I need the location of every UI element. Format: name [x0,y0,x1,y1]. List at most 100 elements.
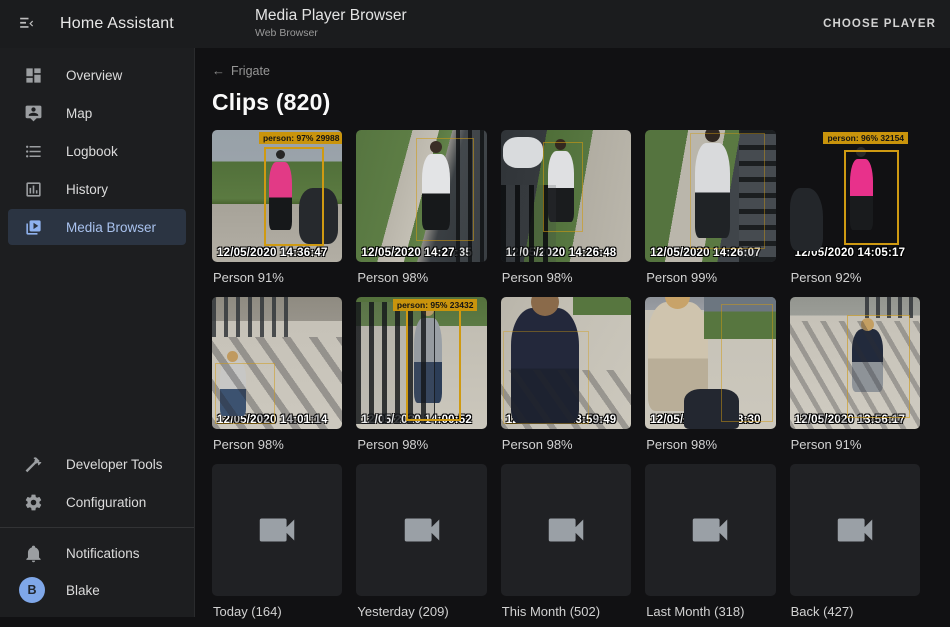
bounding-box [844,150,899,245]
logbook-list-icon [22,140,44,162]
clip-card[interactable]: 12/05/2020 14:27:35 Person 98% [356,130,486,285]
clip-timestamp: 12/05/2020 14:26:48 [506,247,617,259]
stroller-shape [790,188,824,251]
clip-timestamp: 12/05/2020 14:36:47 [217,247,328,259]
bounding-box [416,138,473,241]
clip-card[interactable]: 12/05/2020 14:26:48 Person 98% [501,130,631,285]
video-camera-icon [543,507,589,553]
folder-thumbnail [356,464,486,596]
clip-thumbnail: 12/05/2020 14:26:48 [501,130,631,262]
clip-timestamp: 12/05/2020 14:26:07 [650,247,761,259]
clip-card[interactable]: 12/05/2020 13:58:30 Person 98% [645,297,775,452]
clip-thumbnail: 12/05/2020 14:27:35 [356,130,486,262]
detection-label: person: 95% 23432 [393,299,478,311]
clip-card[interactable]: person: 96% 32154 12/05/2020 14:05:17 Pe… [790,130,920,285]
folder-thumbnail [790,464,920,596]
clip-card[interactable]: 12/05/2020 13:59:49 Person 98% [501,297,631,452]
video-camera-icon [832,507,878,553]
sidebar-item-media-browser[interactable]: Media Browser [8,209,186,245]
sidebar-item-label: Overview [66,68,122,83]
bounding-box [215,363,275,424]
sidebar-item-history[interactable]: History [8,171,186,207]
folder-thumbnail [501,464,631,596]
back-arrow-icon: ← [212,63,225,78]
page-title: Clips (820) [212,89,934,116]
breadcrumb-label: Frigate [231,64,270,78]
clip-caption: Person 98% [356,270,486,285]
sidebar-item-configuration[interactable]: Configuration [8,484,186,520]
sidebar-item-label: Map [66,106,92,121]
folder-card-last-month[interactable]: Last Month (318) [645,464,775,619]
clip-card[interactable]: person: 97% 29988 12/05/2020 14:36:47 Pe… [212,130,342,285]
clip-card[interactable]: 12/05/2020 13:56:17 Person 91% [790,297,920,452]
clip-timestamp: 12/05/2020 14:27:35 [361,247,472,259]
history-chart-icon [22,178,44,200]
clip-card[interactable]: 12/05/2020 14:01:14 Person 98% [212,297,342,452]
detection-label: person: 97% 29988 [259,132,342,144]
detection-label: person: 96% 32154 [823,132,908,144]
sidebar-item-developer-tools[interactable]: Developer Tools [8,446,186,482]
gear-icon [22,491,44,513]
clip-caption: Person 91% [790,437,920,452]
player-title: Media Player Browser [255,7,407,25]
media-browser-icon [22,216,44,238]
clip-caption: Person 98% [212,437,342,452]
clip-card[interactable]: person: 95% 23432 12/05/2020 14:00:52 Pe… [356,297,486,452]
player-subtitle: Web Browser [255,27,407,39]
app-title: Home Assistant [60,15,174,33]
sidebar-item-logbook[interactable]: Logbook [8,133,186,169]
sidebar-item-label: History [66,182,108,197]
video-camera-icon [254,507,300,553]
choose-player-button[interactable]: CHOOSE PLAYER [823,0,936,48]
map-account-icon [22,102,44,124]
clip-caption: Person 98% [501,270,631,285]
bounding-box [503,331,589,423]
content-header: ← Frigate Clips (820) [196,48,950,126]
bounding-box [264,147,324,246]
folder-thumbnail [645,464,775,596]
sidebar-item-map[interactable]: Map [8,95,186,131]
clip-caption: Person 98% [356,437,486,452]
clips-grid: person: 97% 29988 12/05/2020 14:36:47 Pe… [196,126,950,627]
user-name: Blake [66,583,100,598]
clip-caption: Person 99% [645,270,775,285]
clip-caption: Person 98% [645,437,775,452]
clip-thumbnail: person: 97% 29988 12/05/2020 14:36:47 [212,130,342,262]
clip-caption: Person 91% [212,270,342,285]
sidebar-item-notifications[interactable]: Notifications [8,535,186,571]
folder-card-this-month[interactable]: This Month (502) [501,464,631,619]
clip-thumbnail: 12/05/2020 14:26:07 [645,130,775,262]
clip-thumbnail: person: 95% 23432 12/05/2020 14:00:52 [356,297,486,429]
clip-thumbnail: 12/05/2020 13:56:17 [790,297,920,429]
folder-card-today[interactable]: Today (164) [212,464,342,619]
sidebar-item-overview[interactable]: Overview [8,57,186,93]
clip-caption: Person 98% [501,437,631,452]
avatar: B [19,577,45,603]
folder-thumbnail [212,464,342,596]
video-camera-icon [687,507,733,553]
sidebar-item-user[interactable]: B Blake [8,572,186,608]
folder-card-back[interactable]: Back (427) [790,464,920,619]
bounding-box [543,142,583,232]
media-browser-panel: ← Frigate Clips (820) person: 97% 29988 … [196,48,950,617]
breadcrumb-back-frigate[interactable]: ← Frigate [212,63,270,78]
app-bar: Home Assistant Media Player Browser Web … [0,0,950,48]
clip-thumbnail: 12/05/2020 13:58:30 [645,297,775,429]
sidebar: Overview Map Logbook History Media Brows… [0,48,195,617]
sidebar-toggle-button[interactable] [6,4,46,44]
bell-icon [22,542,44,564]
fence-shape [212,297,288,337]
sidebar-item-label: Configuration [66,495,146,510]
sidebar-divider [0,527,194,528]
clip-thumbnail: 12/05/2020 13:59:49 [501,297,631,429]
sidebar-spacer [0,246,194,445]
bounding-box [847,315,910,418]
clip-thumbnail: person: 96% 32154 12/05/2020 14:05:17 [790,130,920,262]
grass-shape [573,297,632,315]
folder-card-yesterday[interactable]: Yesterday (209) [356,464,486,619]
menu-toggle-icon [16,14,36,34]
sidebar-item-label: Media Browser [66,220,156,235]
view-dashboard-icon [22,64,44,86]
car-shape [503,137,542,169]
clip-card[interactable]: 12/05/2020 14:26:07 Person 99% [645,130,775,285]
